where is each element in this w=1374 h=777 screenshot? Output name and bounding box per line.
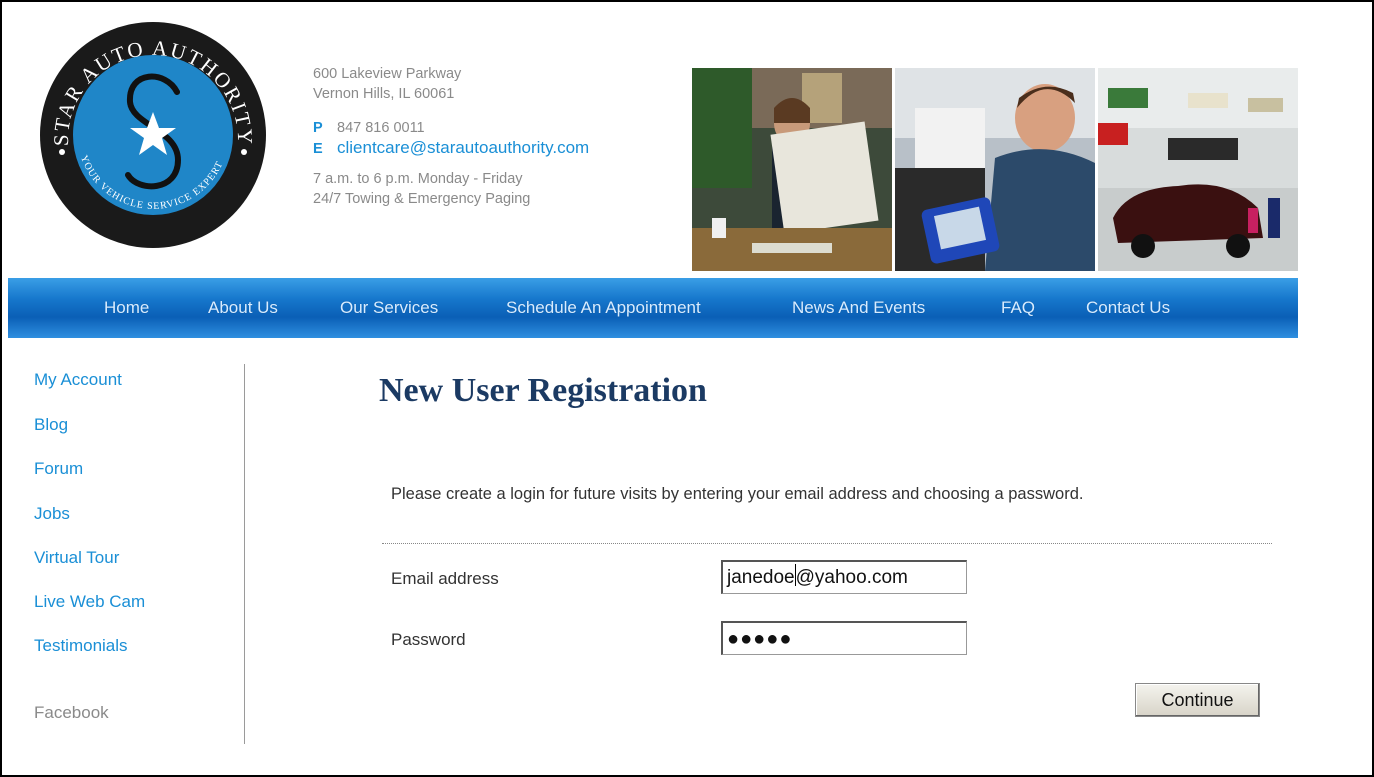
sidebar-item-my-account[interactable]: My Account: [34, 370, 122, 390]
nav-schedule-appointment[interactable]: Schedule An Appointment: [506, 298, 701, 318]
contact-info: 600 Lakeview Parkway Vernon Hills, IL 60…: [313, 64, 589, 209]
sidebar-item-forum[interactable]: Forum: [34, 459, 83, 479]
sidebar-item-live-web-cam[interactable]: Live Web Cam: [34, 592, 145, 612]
email-value-after-caret: @yahoo.com: [795, 567, 908, 588]
star-auto-authority-logo[interactable]: STAR AUTO AUTHORITY YOUR VEHICLE SERVICE…: [38, 20, 268, 250]
password-input[interactable]: ●●●●●: [721, 621, 967, 655]
nav-news-and-events[interactable]: News And Events: [792, 298, 925, 318]
main-nav: Home About Us Our Services Schedule An A…: [8, 278, 1298, 338]
email-address-input[interactable]: janedoe@yahoo.com: [721, 560, 967, 594]
password-mask: ●●●●●: [727, 628, 793, 650]
photo-service-bay: [1098, 68, 1298, 271]
email-address-label: Email address: [391, 569, 499, 588]
intro-text: Please create a login for future visits …: [391, 485, 1084, 503]
photo-waiting-room: [692, 68, 892, 271]
hours-line-2: 24/7 Towing & Emergency Paging: [313, 191, 531, 207]
header-photos: [692, 68, 1298, 271]
continue-button[interactable]: Continue: [1135, 683, 1260, 717]
phone-label: P: [313, 120, 323, 136]
nav-our-services[interactable]: Our Services: [340, 298, 438, 318]
phone-number: 847 816 0011: [337, 120, 425, 136]
nav-contact-us[interactable]: Contact Us: [1086, 298, 1170, 318]
nav-faq[interactable]: FAQ: [1001, 298, 1035, 318]
sidebar-item-virtual-tour[interactable]: Virtual Tour: [34, 548, 119, 568]
sidebar-item-blog[interactable]: Blog: [34, 415, 68, 435]
page-title: New User Registration: [379, 372, 707, 409]
email-link[interactable]: clientcare@starautoauthority.com: [337, 138, 589, 157]
sidebar-item-testimonials[interactable]: Testimonials: [34, 636, 128, 656]
page-frame: STAR AUTO AUTHORITY YOUR VEHICLE SERVICE…: [0, 0, 1374, 777]
nav-home[interactable]: Home: [104, 298, 149, 318]
nav-about-us[interactable]: About Us: [208, 298, 278, 318]
sidebar-item-facebook[interactable]: Facebook: [34, 703, 109, 723]
sidebar-item-jobs[interactable]: Jobs: [34, 504, 70, 524]
password-label: Password: [391, 630, 466, 649]
dotted-divider: [382, 543, 1272, 544]
address-line-1: 600 Lakeview Parkway: [313, 66, 462, 82]
email-label: E: [313, 141, 323, 157]
hours-line-1: 7 a.m. to 6 p.m. Monday - Friday: [313, 171, 523, 187]
photo-technician: [895, 68, 1095, 271]
sidebar-divider: [244, 364, 245, 744]
address-line-2: Vernon Hills, IL 60061: [313, 86, 455, 102]
email-value-before-caret: janedoe: [727, 567, 795, 588]
